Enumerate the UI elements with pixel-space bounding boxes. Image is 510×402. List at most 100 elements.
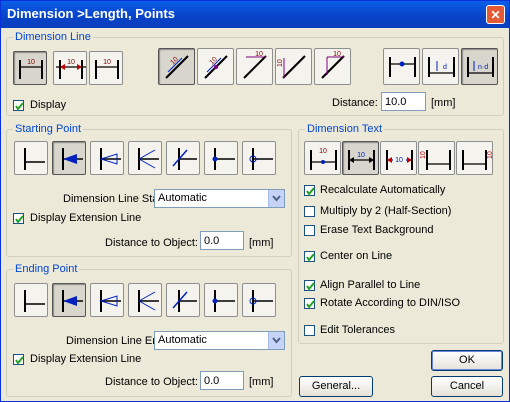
end-distance-input[interactable] [200,371,244,390]
checkmark-icon [15,102,24,111]
svg-text:10: 10 [487,151,494,159]
display-checkbox[interactable] [13,100,24,111]
text-style-button-2[interactable]: 10 [342,141,379,175]
start-ext-line-label: Display Extension Line [30,212,142,224]
dimline-angle-button-3[interactable]: 10 [236,48,273,85]
end-arrowhead-lines[interactable] [128,283,162,317]
dimline-angle-1-icon: 10 [165,55,189,79]
dimline-style-button-1[interactable]: 10 [13,51,47,85]
end-arrowhead-open[interactable] [90,283,124,317]
start-arrowhead-none[interactable] [14,141,48,175]
arrowhead-open-icon [99,290,121,312]
recalculate-checkbox[interactable] [304,185,315,196]
distance-input[interactable] [381,92,426,111]
align-parallel-checkbox[interactable] [304,280,315,291]
end-arrowhead-dot[interactable] [204,283,238,317]
center-on-line-checkbox[interactable] [304,251,315,262]
line-start-value: Automatic [158,192,207,204]
multiply-by-2-checkbox[interactable] [304,206,315,217]
dimline-angle-button-2[interactable]: 10 [197,48,234,85]
start-arrowhead-filled[interactable] [52,141,86,175]
rotate-din-iso-label: Rotate According to DIN/ISO [320,297,461,309]
start-distance-label: Distance to Object: [105,237,198,249]
ok-button[interactable]: OK [431,350,503,371]
ending-point-group-label: Ending Point [13,263,80,275]
dimline-angle-button-5[interactable]: 10 [314,48,351,85]
start-arrowhead-circle[interactable] [242,141,276,175]
arrowhead-filled-icon [62,290,83,312]
text-position-button-3[interactable]: n·d [461,48,498,85]
arrowhead-slash-icon [172,290,197,312]
center-on-line-label: Center on Line [320,250,393,262]
text-centered-arrows-icon: 10 [348,150,375,170]
distance-label: Distance: [332,97,378,109]
end-arrowhead-circle[interactable] [242,283,276,317]
text-position-button-1[interactable] [383,48,420,85]
general-button[interactable]: General... [299,376,373,397]
chevron-down-icon[interactable] [268,332,284,349]
title-bar[interactable]: Dimension >Length, Points ✕ [1,1,509,28]
dimline-style-button-2[interactable]: 10 [53,51,87,85]
dimline-angle-button-4[interactable]: 10 [275,48,312,85]
svg-text:n·d: n·d [478,64,488,71]
end-arrowhead-none[interactable] [14,283,48,317]
text-style-button-3[interactable]: 10 [380,141,417,175]
start-distance-input[interactable] [200,231,244,250]
dimline-style-1-icon: 10 [19,59,43,79]
start-arrowhead-open[interactable] [90,141,124,175]
dimline-angle-button-1[interactable]: 10 [158,48,195,85]
chevron-down-icon[interactable] [268,190,284,207]
text-style-button-1[interactable]: 10 [304,141,341,175]
arrowhead-dot-icon [212,290,235,312]
close-icon: ✕ [490,8,501,22]
rotate-din-iso-checkbox[interactable] [304,298,315,309]
end-distance-label: Distance to Object: [105,376,198,388]
text-style-button-5[interactable]: 10 [456,141,494,175]
end-arrowhead-slash[interactable] [166,283,200,317]
end-arrowhead-filled[interactable] [52,283,86,317]
edit-tolerances-checkbox[interactable] [304,325,315,336]
text-position-2-icon: d [428,57,455,77]
line-end-label: Dimension Line End: [66,335,168,347]
line-end-value: Automatic [158,334,207,346]
text-style-button-4[interactable]: 10 [418,141,455,175]
start-arrowhead-lines[interactable] [128,141,162,175]
checkmark-icon [306,253,315,262]
dimline-angle-4-icon: 10 [277,55,306,79]
start-arrowhead-slash[interactable] [166,141,200,175]
erase-background-checkbox[interactable] [304,225,315,236]
close-button[interactable]: ✕ [486,5,505,24]
text-above-dot-icon: 10 [310,148,337,170]
text-position-button-2[interactable]: d [422,48,459,85]
arrowhead-dot-icon [212,148,235,170]
align-parallel-label: Align Parallel to Line [320,279,421,291]
dimension-dialog: Dimension >Length, Points ✕ Dimension Li… [0,0,510,402]
svg-text:10: 10 [357,152,365,159]
line-start-select[interactable]: Automatic [154,189,285,208]
dimline-angle-2-icon: 10 [204,55,228,79]
svg-text:10: 10 [255,51,263,58]
start-ext-line-checkbox[interactable] [13,213,24,224]
svg-text:10: 10 [103,59,111,66]
erase-background-label: Erase Text Background [320,224,434,236]
end-ext-line-checkbox[interactable] [13,354,24,365]
svg-text:10: 10 [420,151,427,159]
display-label: Display [30,99,67,111]
text-position-3-icon: n·d [467,57,494,77]
checkmark-icon [306,300,315,309]
text-position-1-icon [389,57,416,77]
arrowhead-filled-icon [62,148,83,170]
line-start-label: Dimension Line Start: [63,193,169,205]
checkmark-icon [306,187,315,196]
dimline-style-3-icon: 10 [95,59,119,79]
start-arrowhead-dot[interactable] [204,141,238,175]
svg-text:10: 10 [27,59,35,66]
dimension-line-group-label: Dimension Line [13,31,93,43]
arrowhead-none-icon [24,148,45,170]
dimline-angle-3-icon: 10 [243,51,267,79]
dimline-style-button-3[interactable]: 10 [89,51,123,85]
dimension-text-group-label: Dimension Text [305,123,384,135]
cancel-button[interactable]: Cancel [431,376,503,397]
arrowhead-circle-icon [249,290,273,312]
line-end-select[interactable]: Automatic [154,331,285,350]
